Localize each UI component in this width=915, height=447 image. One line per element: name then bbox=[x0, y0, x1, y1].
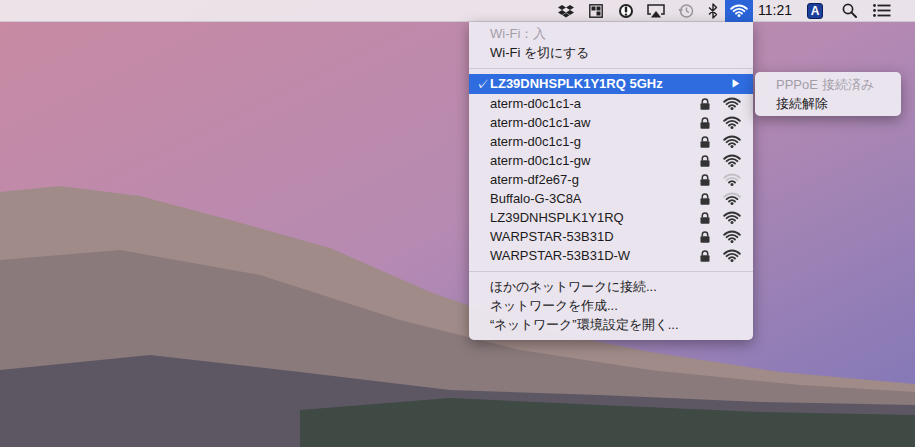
wifi-signal-icon bbox=[723, 173, 741, 187]
network-name: WARPSTAR-53B31D-W bbox=[490, 246, 630, 266]
network-item[interactable]: WARPSTAR-53B31D-W bbox=[469, 246, 753, 265]
submenu-item-label: PPPoE 接続済み bbox=[776, 75, 874, 94]
submenu-item-label: 接続解除 bbox=[776, 94, 828, 113]
network-name: WARPSTAR-53B31D bbox=[490, 227, 614, 247]
input-source-badge: A bbox=[807, 3, 823, 19]
network-name: aterm-d0c1c1-g bbox=[490, 132, 581, 152]
wifi-signal-icon bbox=[723, 211, 741, 225]
notification-center-icon bbox=[865, 0, 899, 22]
lock-icon bbox=[700, 212, 710, 224]
time-machine-icon bbox=[671, 0, 701, 22]
input-source-button[interactable]: A bbox=[797, 0, 833, 22]
wifi-signal-icon bbox=[723, 154, 741, 168]
menu-action[interactable]: ネットワークを作成... bbox=[469, 296, 753, 315]
network-indicators bbox=[700, 97, 741, 111]
network-name: aterm-d0c1c1-aw bbox=[490, 113, 590, 133]
separator-line bbox=[469, 68, 753, 69]
wifi-toggle[interactable]: Wi-Fi を切にする bbox=[469, 43, 753, 62]
submenu-arrow: ▶ bbox=[731, 79, 741, 89]
wifi-toggle-label: Wi-Fi を切にする bbox=[490, 43, 589, 62]
wifi-menu: Wi-Fi：入Wi-Fi を切にする ✓LZ39DNHSPLK1Y1RQ 5GHz… bbox=[469, 22, 753, 340]
network-name: Buffalo-G-3C8A bbox=[490, 189, 582, 209]
network-item[interactable]: Buffalo-G-3C8A bbox=[469, 189, 753, 208]
menu-action-label: ほかのネットワークに接続... bbox=[490, 277, 657, 296]
network-indicators bbox=[700, 249, 741, 263]
airplay-icon bbox=[641, 0, 671, 22]
network-name: aterm-d0c1c1-a bbox=[490, 94, 581, 114]
lock-icon bbox=[700, 174, 710, 186]
wifi-submenu: PPPoE 接続済み接続解除 bbox=[755, 72, 901, 116]
bluetooth-icon bbox=[701, 0, 725, 22]
network-indicators bbox=[700, 192, 741, 206]
wifi-signal-icon bbox=[723, 192, 741, 206]
wifi-signal-icon bbox=[723, 230, 741, 244]
network-name: aterm-d0c1c1-gw bbox=[490, 151, 590, 171]
lock-icon bbox=[700, 136, 710, 148]
dropbox-icon bbox=[551, 0, 581, 22]
wifi-signal-icon bbox=[723, 249, 741, 263]
submenu-item[interactable]: 接続解除 bbox=[755, 94, 901, 113]
menu-separator bbox=[469, 265, 753, 277]
menu-action-label: “ネットワーク”環境設定を開く... bbox=[490, 315, 679, 334]
lock-icon bbox=[700, 98, 710, 110]
network-indicators bbox=[700, 230, 741, 244]
window-manager-icon bbox=[581, 0, 611, 22]
menu-bar-clock[interactable]: 11:21 bbox=[753, 0, 797, 22]
wifi-icon bbox=[730, 4, 748, 18]
current-network[interactable]: ✓LZ39DNHSPLK1Y1RQ 5GHz ▶ bbox=[469, 74, 753, 94]
network-item[interactable]: aterm-d0c1c1-a bbox=[469, 94, 753, 113]
wifi-status: Wi-Fi：入 bbox=[469, 24, 753, 43]
spotlight-icon bbox=[833, 0, 865, 22]
network-item[interactable]: WARPSTAR-53B31D bbox=[469, 227, 753, 246]
desktop-wallpaper bbox=[0, 0, 915, 447]
network-item[interactable]: aterm-d0c1c1-gw bbox=[469, 151, 753, 170]
lock-icon bbox=[700, 155, 710, 167]
network-item[interactable]: aterm-df2e67-g bbox=[469, 170, 753, 189]
wifi-status-label: Wi-Fi：入 bbox=[490, 24, 546, 43]
menu-action[interactable]: ほかのネットワークに接続... bbox=[469, 277, 753, 296]
network-indicators bbox=[700, 116, 741, 130]
current-network-name: LZ39DNHSPLK1Y1RQ 5GHz bbox=[490, 74, 663, 94]
network-indicators bbox=[700, 211, 741, 225]
wifi-signal-icon bbox=[723, 97, 741, 111]
menu-bar: 11:21 A bbox=[0, 0, 915, 22]
lock-icon bbox=[700, 117, 710, 129]
menu-separator bbox=[469, 62, 753, 74]
menu-action[interactable]: “ネットワーク”環境設定を開く... bbox=[469, 315, 753, 334]
lock-icon bbox=[700, 193, 710, 205]
network-indicators bbox=[700, 173, 741, 187]
password-manager-icon bbox=[611, 0, 641, 22]
wifi-signal-icon bbox=[723, 116, 741, 130]
network-indicators bbox=[700, 154, 741, 168]
network-item[interactable]: aterm-d0c1c1-aw bbox=[469, 113, 753, 132]
network-indicators bbox=[700, 135, 741, 149]
lock-icon bbox=[700, 250, 710, 262]
network-item[interactable]: aterm-d0c1c1-g bbox=[469, 132, 753, 151]
network-item[interactable]: LZ39DNHSPLK1Y1RQ bbox=[469, 208, 753, 227]
separator-line bbox=[469, 271, 753, 272]
menu-action-label: ネットワークを作成... bbox=[490, 296, 618, 315]
lock-icon bbox=[700, 231, 710, 243]
wifi-status-button[interactable] bbox=[725, 0, 753, 22]
desktop: 11:21A Wi-Fi：入Wi-Fi を切にする✓LZ39DNHSPLK1Y1… bbox=[0, 0, 915, 447]
wifi-signal-icon bbox=[723, 135, 741, 149]
network-name: LZ39DNHSPLK1Y1RQ bbox=[490, 208, 624, 228]
check-mark: ✓ bbox=[476, 78, 490, 91]
network-name: aterm-df2e67-g bbox=[490, 170, 579, 190]
submenu-item: PPPoE 接続済み bbox=[755, 75, 901, 94]
